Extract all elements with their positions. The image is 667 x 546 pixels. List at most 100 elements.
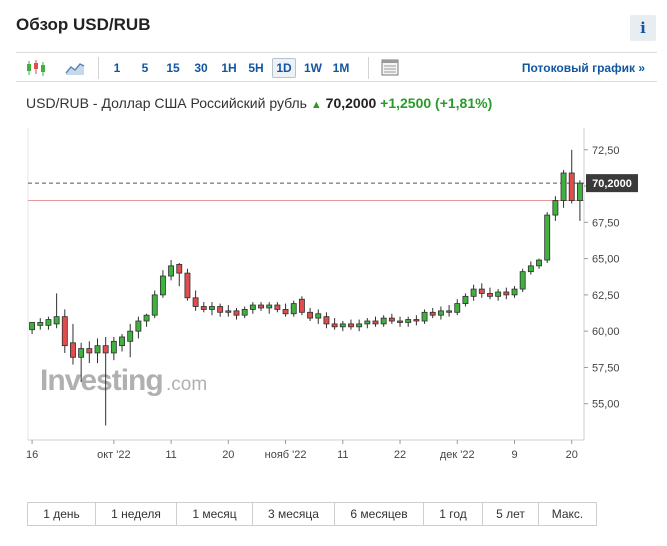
area-chart-icon[interactable]: [64, 57, 86, 79]
candle-up: [37, 318, 44, 330]
candle-body: [315, 313, 322, 319]
candle-up: [527, 261, 534, 275]
candle-down: [70, 323, 76, 365]
candle-body: [86, 348, 93, 354]
candle-up: [462, 293, 469, 307]
candle-body: [176, 264, 183, 274]
candlestick-icon[interactable]: [24, 57, 48, 79]
interval-1m[interactable]: 1M: [330, 58, 352, 78]
candlestick-chart[interactable]: Investing .com 55,00 57,50 60,00 62,50 65,00…: [24, 124, 656, 504]
range-1-day[interactable]: 1 день: [28, 503, 96, 525]
instrument-name: USD/RUB - Доллар США Российский рубль: [26, 95, 307, 111]
interval-1w[interactable]: 1W: [302, 58, 324, 78]
candle-body: [511, 288, 518, 296]
candle-up: [356, 319, 363, 332]
candle-body: [380, 317, 387, 325]
candle-up: [135, 316, 142, 339]
candle-up: [290, 300, 297, 317]
watermark-suffix: .com: [166, 374, 207, 395]
range-1-year[interactable]: 1 год: [424, 503, 483, 525]
candle-up: [151, 290, 158, 319]
candle-down: [307, 307, 314, 322]
candle-body: [462, 295, 469, 304]
candle-down: [388, 313, 395, 324]
candle-body: [503, 291, 510, 296]
quote-line: USD/RUB - Доллар США Российский рубль ▲ …: [26, 95, 492, 111]
candle-body: [127, 330, 134, 342]
candle-down: [184, 268, 191, 301]
candle-body: [200, 306, 207, 310]
candle-down: [258, 302, 264, 311]
candle-body: [209, 306, 215, 310]
range-3-months[interactable]: 3 месяца: [253, 503, 335, 525]
candle-body: [576, 182, 583, 201]
candle-body: [348, 323, 354, 328]
interval-5[interactable]: 5: [138, 58, 152, 78]
candle-body: [323, 316, 330, 325]
candle-body: [495, 291, 502, 297]
candle-body: [135, 320, 142, 332]
candle-body: [151, 294, 158, 316]
candle-up: [454, 299, 461, 316]
candle-body: [372, 320, 379, 325]
y-tick-label: 55,00: [592, 399, 620, 411]
candle-body: [397, 320, 403, 323]
range-1-month[interactable]: 1 месяц: [177, 503, 253, 525]
candle-body: [233, 310, 240, 316]
candle-body: [331, 323, 338, 328]
y-tick-label: 72,50: [592, 145, 620, 157]
candle-body: [568, 172, 575, 201]
interval-15[interactable]: 15: [163, 58, 183, 78]
interval-1[interactable]: 1: [110, 58, 124, 78]
candle-body: [560, 172, 567, 201]
streaming-chart-link[interactable]: Потоковый график »: [522, 58, 645, 78]
candle-body: [307, 311, 314, 319]
data-table-icon[interactable]: [380, 57, 400, 79]
chart-toolbar: 1 5 15 30 1H 5H 1D 1W 1M Потоковый графи…: [16, 52, 657, 82]
candle-up: [249, 302, 256, 314]
candle-body: [454, 303, 461, 313]
range-1-week[interactable]: 1 неделя: [96, 503, 177, 525]
info-icon[interactable]: i: [630, 15, 656, 41]
candle-down: [446, 305, 453, 317]
x-tick-label: 11: [165, 449, 176, 461]
candle-body: [192, 297, 199, 307]
range-6-months[interactable]: 6 месяцев: [335, 503, 424, 525]
interval-30[interactable]: 30: [191, 58, 211, 78]
interval-5h[interactable]: 5H: [246, 58, 266, 78]
candle-up: [495, 289, 502, 301]
page-title: Обзор USD/RUB: [16, 15, 151, 34]
interval-1h[interactable]: 1H: [219, 58, 239, 78]
candle-up: [53, 293, 60, 329]
candle-down: [568, 149, 575, 204]
candle-up: [536, 258, 542, 269]
candle-up: [339, 321, 346, 332]
candle-down: [192, 290, 199, 311]
range-5-years[interactable]: 5 лет: [483, 503, 539, 525]
candle-body: [225, 310, 232, 313]
candle-body: [143, 314, 150, 322]
watermark-brand: Investing: [40, 364, 163, 397]
candle-body: [552, 200, 559, 216]
candle-body: [364, 320, 371, 325]
candle-up: [225, 305, 232, 317]
candle-body: [388, 317, 395, 322]
candle-body: [159, 275, 166, 296]
candle-up: [511, 286, 518, 298]
candle-down: [282, 303, 289, 317]
x-tick-label: 16: [26, 449, 38, 461]
candle-body: [110, 340, 117, 354]
price-chart[interactable]: Investing .com 55,00 57,50 60,00 62,50 65,00…: [24, 124, 656, 504]
interval-1d[interactable]: 1D: [272, 58, 296, 78]
candle-body: [102, 345, 109, 354]
candle-up: [110, 336, 117, 361]
candle-down: [298, 296, 305, 316]
candle-down: [323, 312, 330, 329]
candle-body: [282, 308, 289, 315]
candle-up: [127, 323, 134, 358]
x-tick-label: 9: [511, 449, 517, 461]
candle-down: [86, 341, 93, 364]
last-price: 70,2000: [325, 95, 377, 111]
range-max[interactable]: Макс.: [539, 503, 596, 525]
candle-body: [339, 323, 346, 328]
